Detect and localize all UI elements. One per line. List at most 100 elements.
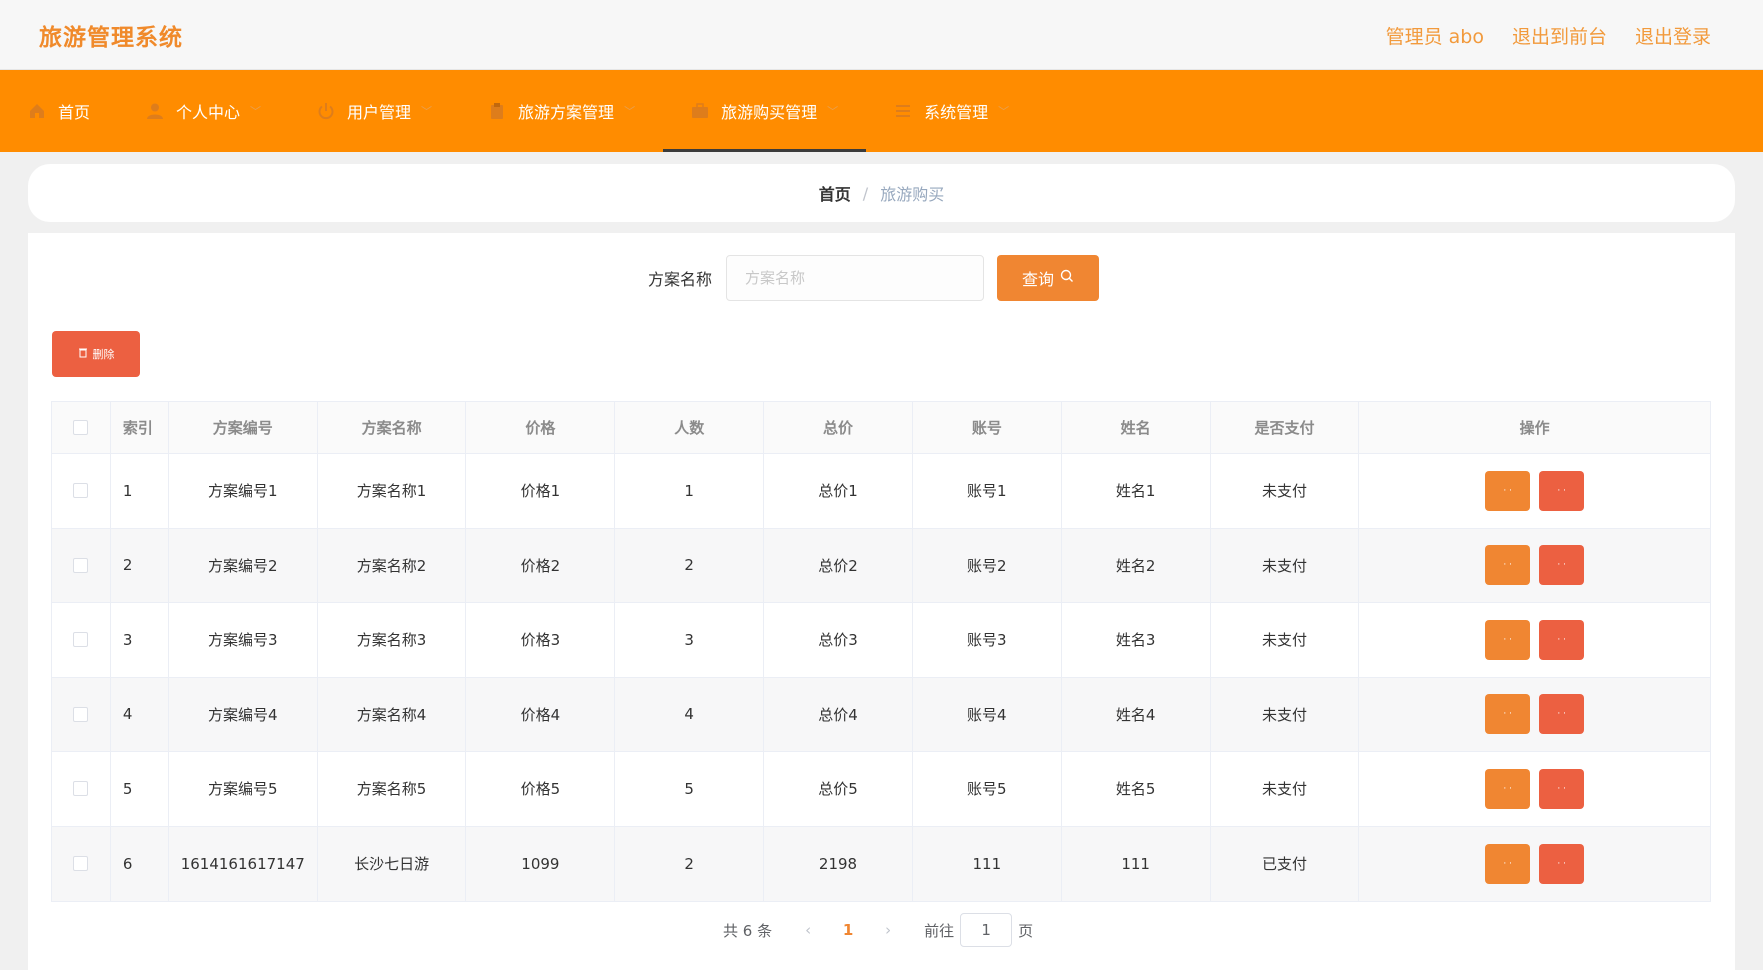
table-cell: 总价4 — [764, 677, 913, 751]
row-edit-button[interactable] — [1485, 619, 1531, 660]
column-header: 价格 — [466, 402, 616, 453]
row-select-cell — [52, 752, 111, 826]
goto-page-input[interactable] — [960, 913, 1013, 947]
nav-label: 首页 — [58, 103, 91, 122]
row-select-cell — [52, 454, 111, 528]
search-button[interactable]: 查询 — [997, 255, 1100, 301]
row-actions — [1359, 678, 1710, 752]
row-delete-button[interactable] — [1539, 843, 1585, 884]
table-cell: 方案名称4 — [318, 677, 467, 751]
breadcrumb: 首页 / 旅游购买 — [28, 164, 1735, 222]
row-delete-button[interactable] — [1539, 545, 1585, 586]
next-page-icon[interactable]: › — [878, 921, 898, 939]
row-delete-button[interactable] — [1539, 768, 1585, 809]
page-number-current[interactable]: 1 — [818, 921, 878, 939]
column-header: 账号 — [913, 402, 1062, 453]
table-cell: 方案名称2 — [318, 528, 467, 602]
table-cell: 长沙七日游 — [318, 826, 467, 901]
table-body: 1方案编号1方案名称1价格11总价1账号1姓名1未支付2方案编号2方案名称2价格… — [52, 454, 1710, 901]
table-cell: 方案编号2 — [169, 528, 318, 602]
nav-label: 旅游购买管理 — [721, 103, 818, 122]
table-row: 3 方案编号3 方案名称3 价格3 3 总价3 账号3 姓名3 未支付 — [52, 603, 1710, 678]
nav-item-user-management[interactable]: 用户管理 ﹀ — [289, 70, 460, 152]
top-header: 旅游管理系统 管理员 abo 退出到前台 退出登录 — [0, 0, 1763, 70]
goto-label: 前往 — [924, 921, 955, 940]
table-cell: 2 — [111, 528, 169, 602]
table-cell: 价格3 — [466, 603, 616, 677]
chevron-down-icon: ﹀ — [421, 105, 433, 118]
table-cell: 价格1 — [466, 454, 616, 528]
exit-to-front-link[interactable]: 退出到前台 — [1512, 22, 1607, 49]
batch-delete-button[interactable]: 删除 — [52, 331, 140, 377]
main-nav: 首页 个人中心 ﹀ 用户管理 ﹀ 旅游方案管理 ﹀ 旅游购买管理 ﹀ 系统管理 … — [0, 70, 1763, 152]
table-cell: 已支付 — [1211, 826, 1360, 901]
home-icon — [28, 102, 46, 120]
table-cell: 姓名5 — [1062, 752, 1211, 826]
table-cell: 姓名3 — [1062, 603, 1211, 677]
row-checkbox[interactable] — [73, 483, 89, 499]
table-cell: 未支付 — [1211, 528, 1360, 602]
table-cell: 方案名称5 — [318, 752, 467, 826]
row-edit-button[interactable] — [1485, 545, 1531, 586]
nav-item-plan-management[interactable]: 旅游方案管理 ﹀ — [460, 70, 663, 152]
row-edit-button[interactable] — [1485, 470, 1531, 511]
table-cell: 未支付 — [1211, 603, 1360, 677]
row-delete-button[interactable] — [1539, 619, 1585, 660]
table-cell: 4 — [111, 677, 169, 751]
nav-item-personal-center[interactable]: 个人中心 ﹀ — [118, 70, 289, 152]
row-select-cell — [52, 677, 111, 751]
row-delete-button[interactable] — [1539, 694, 1585, 735]
plan-name-input[interactable] — [726, 255, 985, 301]
table-row: 6 1614161617147 长沙七日游 1099 2 2198 111 111 已支付 — [52, 826, 1710, 901]
row-select-cell — [52, 603, 111, 677]
table-cell: 1 — [111, 454, 169, 528]
nav-item-purchase-management[interactable]: 旅游购买管理 ﹀ — [663, 70, 867, 152]
row-edit-button[interactable] — [1485, 843, 1531, 884]
row-edit-button[interactable] — [1485, 768, 1531, 809]
row-checkbox[interactable] — [73, 632, 89, 648]
app-title: 旅游管理系统 — [39, 25, 183, 51]
power-icon — [317, 102, 335, 120]
column-header: 索引 — [111, 402, 169, 453]
search-label: 方案名称 — [648, 270, 713, 289]
column-header: 操作 — [1519, 419, 1550, 437]
column-header: 方案名称 — [318, 402, 467, 453]
table-cell: 总价5 — [764, 752, 913, 826]
header-links: 管理员 abo 退出到前台 退出登录 — [1386, 22, 1711, 49]
logout-link[interactable]: 退出登录 — [1635, 22, 1711, 49]
breadcrumb-separator: / — [862, 183, 869, 203]
row-checkbox[interactable] — [73, 706, 89, 722]
select-all-checkbox[interactable] — [73, 420, 89, 435]
table-cell: 未支付 — [1211, 677, 1360, 751]
chevron-down-icon: ﹀ — [250, 105, 262, 118]
breadcrumb-current: 旅游购买 — [880, 185, 945, 204]
purchase-table: 索引 方案编号 方案名称 价格 人数 总价 账号 姓名 是否支付 操作 1 方案编… — [51, 401, 1711, 902]
table-cell: 未支付 — [1211, 752, 1360, 826]
table-header-row: 索引 方案编号 方案名称 价格 人数 总价 账号 姓名 是否支付 操作 — [52, 402, 1710, 454]
admin-user-label[interactable]: 管理员 abo — [1386, 22, 1484, 49]
search-bar: 方案名称 查询 — [648, 255, 1100, 301]
pagination-total: 共 6 条 — [723, 921, 773, 940]
table-cell: 总价3 — [764, 603, 913, 677]
nav-item-home[interactable]: 首页 — [0, 70, 118, 152]
content-panel: 方案名称 查询 删除 索引 方案编号 方案名称 价格 人数 总价 账号 姓名 是… — [28, 233, 1735, 970]
row-checkbox[interactable] — [73, 781, 89, 797]
table-row: 4 方案编号4 方案名称4 价格4 4 总价4 账号4 姓名4 未支付 — [52, 677, 1710, 752]
table-cell: 价格2 — [466, 528, 616, 602]
row-checkbox[interactable] — [73, 557, 89, 573]
row-delete-button[interactable] — [1539, 470, 1585, 511]
row-checkbox[interactable] — [73, 856, 89, 872]
sliders-icon — [894, 102, 912, 120]
chevron-down-icon: ﹀ — [624, 105, 636, 118]
prev-page-icon[interactable]: ‹ — [798, 921, 818, 939]
table-cell: 总价1 — [764, 454, 913, 528]
table-cell: 3 — [111, 603, 169, 677]
table-cell: 1 — [615, 454, 765, 528]
nav-item-system-management[interactable]: 系统管理 ﹀ — [866, 70, 1037, 152]
row-edit-button[interactable] — [1485, 694, 1531, 735]
nav-label: 旅游方案管理 — [518, 103, 615, 122]
column-header: 人数 — [615, 402, 765, 453]
breadcrumb-home[interactable]: 首页 — [819, 181, 851, 205]
table-cell: 2198 — [764, 826, 913, 901]
table-cell: 未支付 — [1211, 454, 1360, 528]
